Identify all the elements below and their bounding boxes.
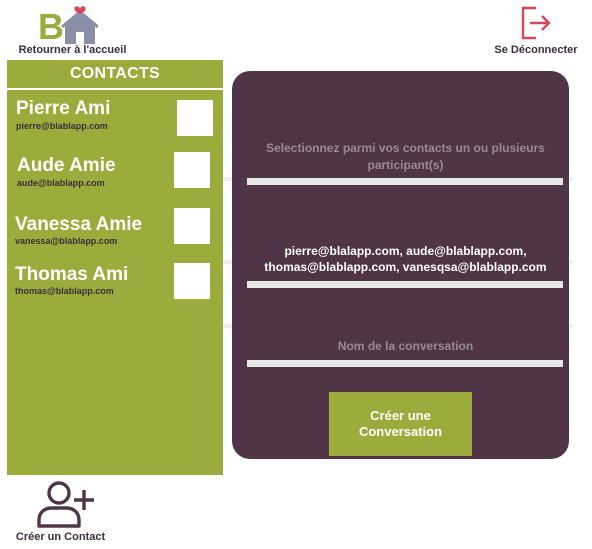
- contact-email: aude@blablapp.com: [17, 178, 105, 188]
- svg-text:B: B: [38, 6, 64, 44]
- contact-email: pierre@blablapp.com: [16, 121, 108, 131]
- logo-b-house-icon: B: [38, 6, 98, 44]
- participants-field-underline[interactable]: [247, 178, 563, 185]
- contact-checkbox-aude[interactable]: [174, 152, 210, 188]
- add-user-icon: [37, 481, 94, 528]
- contact-checkbox-vanessa[interactable]: [174, 208, 210, 244]
- contact-name: Thomas Ami: [15, 264, 129, 285]
- participants-selection-underline[interactable]: [247, 281, 563, 288]
- logout-label: Se Déconnecter: [494, 44, 578, 56]
- home-label: Retourner à l'accueil: [18, 44, 127, 56]
- contacts-divider: [7, 88, 223, 90]
- contact-checkbox-pierre[interactable]: [177, 100, 213, 136]
- logout-button[interactable]: Se Déconnecter: [488, 4, 584, 56]
- create-contact-button[interactable]: Créer un Contact: [8, 480, 113, 546]
- new-conversation-form: Selectionnez parmi vos contacts un ou pl…: [232, 71, 569, 459]
- conversation-name-input[interactable]: Nom de la conversation: [252, 338, 559, 355]
- participants-hint: Selectionnez parmi vos contacts un ou pl…: [266, 141, 545, 172]
- contacts-title: CONTACTS: [69, 65, 161, 82]
- contact-name: Pierre Ami: [16, 98, 111, 119]
- contacts-panel: CONTACTS Pierre Ami pierre@blablapp.com …: [7, 60, 223, 475]
- contact-checkbox-thomas[interactable]: [174, 263, 210, 299]
- logout-icon: [521, 6, 551, 40]
- contact-email: vanessa@blablapp.com: [15, 236, 118, 246]
- create-conversation-label: Créer une Conversation: [358, 408, 443, 439]
- create-conversation-button[interactable]: Créer une Conversation: [329, 392, 472, 456]
- conversation-name-underline[interactable]: [247, 360, 563, 367]
- contact-email: thomas@blablapp.com: [15, 286, 114, 296]
- create-contact-label: Créer un Contact: [15, 531, 106, 543]
- contact-name: Aude Amie: [17, 155, 116, 176]
- home-link[interactable]: B Retourner à l'accueil: [10, 4, 135, 56]
- participants-value[interactable]: pierre@blalapp.com, aude@blablapp.com, t…: [252, 243, 559, 275]
- contact-name: Vanessa Amie: [15, 214, 143, 235]
